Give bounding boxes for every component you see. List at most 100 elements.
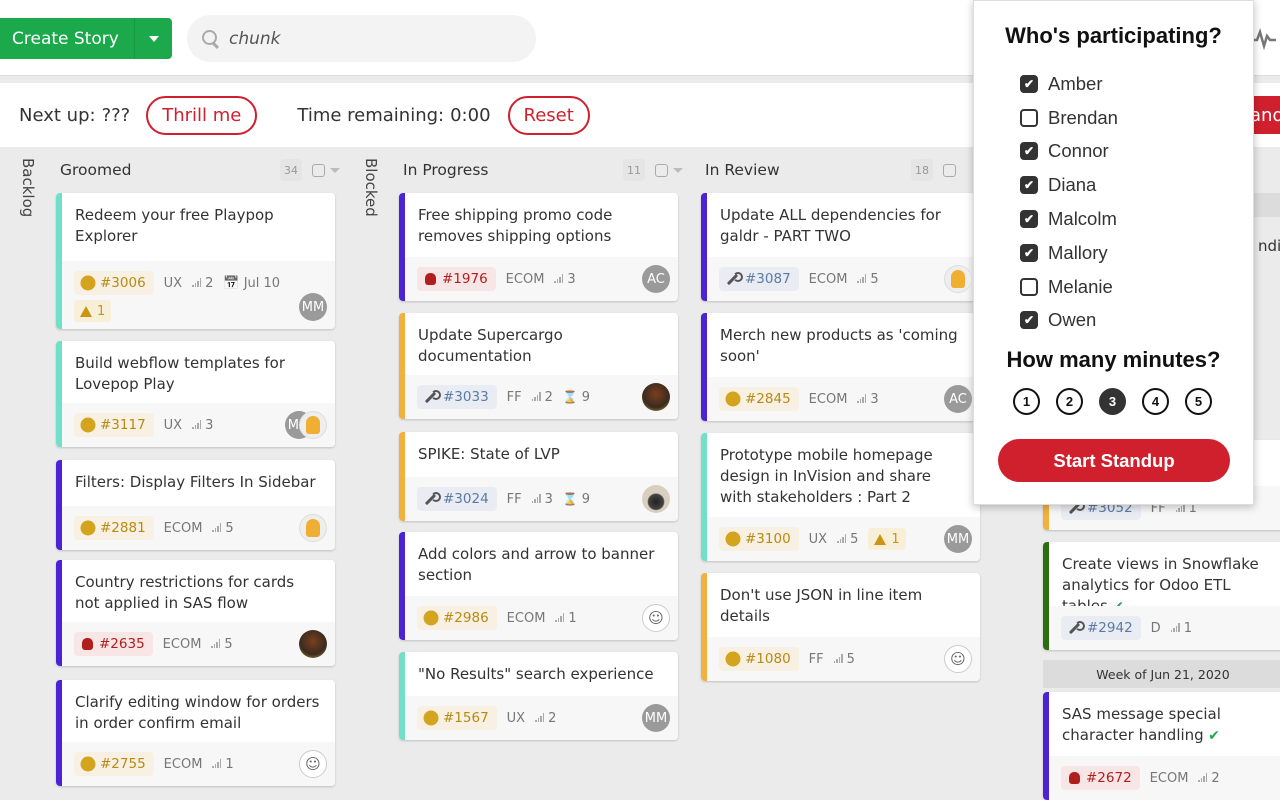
story-title: "No Results" search experience <box>418 665 654 683</box>
story-card[interactable]: Create views in Snowflake analytics for … <box>1043 542 1280 650</box>
participant-checkbox[interactable]: ✔ <box>1020 142 1038 161</box>
story-id-badge[interactable]: #3117 <box>74 413 154 437</box>
blocker-badge[interactable]: 1 <box>868 528 906 550</box>
story-id-badge[interactable]: #2986 <box>417 606 497 630</box>
blocker-badge[interactable]: 1 <box>74 300 112 322</box>
participant-connor[interactable]: ✔ Connor <box>1020 135 1118 169</box>
start-standup-button[interactable]: Start Standup <box>998 439 1230 482</box>
story-id-badge[interactable]: #2635 <box>74 632 153 656</box>
minutes-selector: 12345 <box>1013 388 1212 415</box>
story-id: #1976 <box>442 271 488 287</box>
chevron-down-icon[interactable] <box>330 167 340 173</box>
participant-checkbox[interactable] <box>1020 277 1038 296</box>
participant-mallory[interactable]: ✔ Mallory <box>1020 236 1118 270</box>
search-input[interactable] <box>229 28 509 49</box>
story-label: ECOM <box>505 271 545 287</box>
story-meta: #2672 ECOM 2 <box>1049 756 1280 800</box>
calendar-icon: 📅 <box>223 275 244 291</box>
story-id-badge[interactable]: #3033 <box>417 385 497 409</box>
owner-avatar[interactable] <box>299 630 327 658</box>
participant-melanie[interactable]: Melanie <box>1020 270 1118 304</box>
create-story-dropdown-button[interactable] <box>134 18 172 59</box>
participant-checkbox[interactable]: ✔ <box>1020 74 1038 93</box>
story-id-badge[interactable]: #3100 <box>719 527 799 551</box>
story-card[interactable]: Prototype mobile homepage design in InVi… <box>701 433 980 561</box>
owner-avatar[interactable]: MM <box>642 704 670 732</box>
owner-avatar[interactable] <box>944 645 972 673</box>
estimate-value: 5 <box>224 636 233 652</box>
participant-owen[interactable]: ✔ Owen <box>1020 304 1118 338</box>
reset-button[interactable]: Reset <box>507 95 590 135</box>
participant-brendan[interactable]: Brendan <box>1020 101 1118 135</box>
story-id-badge[interactable]: #3024 <box>417 487 497 511</box>
story-meta: #3024 FF 3 ⌛ 9 <box>405 477 678 521</box>
owner-avatar[interactable] <box>642 485 670 513</box>
story-id-badge[interactable]: #2672 <box>1061 766 1140 790</box>
participant-checkbox[interactable]: ✔ <box>1020 311 1038 330</box>
story-id-badge[interactable]: #3006 <box>74 271 154 295</box>
story-label: ECOM <box>163 520 203 536</box>
owner-avatar[interactable] <box>299 750 327 778</box>
story-title: Merch new products as 'coming soon' <box>720 326 958 365</box>
activity-icon[interactable] <box>1252 26 1276 50</box>
owner-avatar[interactable]: MM <box>299 293 327 321</box>
blocked-collapsed-column[interactable]: Blocked <box>362 158 380 217</box>
owner-avatar[interactable] <box>642 383 670 411</box>
column-header-row: In Progress 11 <box>403 150 689 190</box>
story-card[interactable]: Free shipping promo code removes shippin… <box>399 193 678 301</box>
story-card[interactable]: SPIKE: State of LVP #3024 FF 3 ⌛ 9 <box>399 432 678 521</box>
story-card[interactable]: Country restrictions for cards not appli… <box>56 560 335 666</box>
story-id-badge[interactable]: #2845 <box>719 387 799 411</box>
story-meta: #2845 ECOM 3 AC <box>707 377 980 421</box>
participant-checkbox[interactable]: ✔ <box>1020 243 1038 262</box>
column-select-checkbox[interactable] <box>943 163 956 177</box>
story-id-badge[interactable]: #2942 <box>1061 616 1141 640</box>
owner-avatar[interactable] <box>642 604 670 632</box>
story-id-badge[interactable]: #3087 <box>719 267 799 291</box>
story-card[interactable]: Update ALL dependencies for galdr - PART… <box>701 193 980 301</box>
story-id-badge[interactable]: #2755 <box>74 752 154 776</box>
story-card[interactable]: Add colors and arrow to banner section #2… <box>399 532 678 640</box>
story-meta-row: #2672 ECOM 2 <box>1061 766 1271 790</box>
participant-checkbox[interactable]: ✔ <box>1020 176 1038 195</box>
story-id-badge[interactable]: #1080 <box>719 647 799 671</box>
column-select-checkbox[interactable] <box>655 163 668 177</box>
chevron-down-icon[interactable] <box>673 167 683 173</box>
story-card[interactable]: Build webflow templates for Lovepop Play… <box>56 341 335 447</box>
owner-avatar[interactable]: AC <box>944 385 972 413</box>
owner-avatar[interactable]: AC <box>642 265 670 293</box>
owner-avatar[interactable] <box>944 265 972 293</box>
minutes-option-1[interactable]: 1 <box>1013 388 1040 415</box>
story-card[interactable]: Don't use JSON in line item details #1080… <box>701 573 980 681</box>
minutes-option-4[interactable]: 4 <box>1142 388 1169 415</box>
story-card[interactable]: "No Results" search experience #1567 UX 2 MM <box>399 652 678 740</box>
create-story-button-group: Create Story <box>0 18 172 59</box>
minutes-option-3[interactable]: 3 <box>1099 388 1126 415</box>
participant-malcolm[interactable]: ✔ Malcolm <box>1020 202 1118 236</box>
story-card[interactable]: Filters: Display Filters In Sidebar #2881… <box>56 460 335 550</box>
story-id-badge[interactable]: #1976 <box>417 267 496 291</box>
owner-avatar[interactable]: MM <box>944 525 972 553</box>
story-card[interactable]: Update Supercargo documentation #3033 FF 2 ⌛… <box>399 313 678 419</box>
backlog-collapsed-column[interactable]: Backlog <box>19 158 37 217</box>
create-story-button[interactable]: Create Story <box>0 18 134 59</box>
story-id-badge[interactable]: #2881 <box>74 516 154 540</box>
story-card[interactable]: Merch new products as 'coming soon' #2845… <box>701 313 980 421</box>
minutes-option-2[interactable]: 2 <box>1056 388 1083 415</box>
story-id-badge[interactable]: #1567 <box>417 706 497 730</box>
story-card[interactable]: Clarify editing window for orders in ord… <box>56 680 335 786</box>
participant-diana[interactable]: ✔ Diana <box>1020 168 1118 202</box>
column-select-checkbox[interactable] <box>312 163 325 177</box>
minutes-option-5[interactable]: 5 <box>1185 388 1212 415</box>
column-title: In Progress <box>403 161 489 179</box>
story-meta: #2942 D 1 <box>1049 606 1280 650</box>
estimate-value: 2 <box>544 389 553 405</box>
owner-avatar[interactable] <box>299 514 327 542</box>
participant-checkbox[interactable] <box>1020 108 1038 127</box>
thrill-me-button[interactable]: Thrill me <box>146 95 258 135</box>
story-card[interactable]: Redeem your free Playpop Explorer #3006 UX… <box>56 193 335 329</box>
story-card[interactable]: SAS message special character handling ✔… <box>1043 692 1280 800</box>
participant-amber[interactable]: ✔ Amber <box>1020 67 1118 101</box>
participant-checkbox[interactable]: ✔ <box>1020 210 1038 229</box>
owner-avatar[interactable] <box>299 411 327 439</box>
